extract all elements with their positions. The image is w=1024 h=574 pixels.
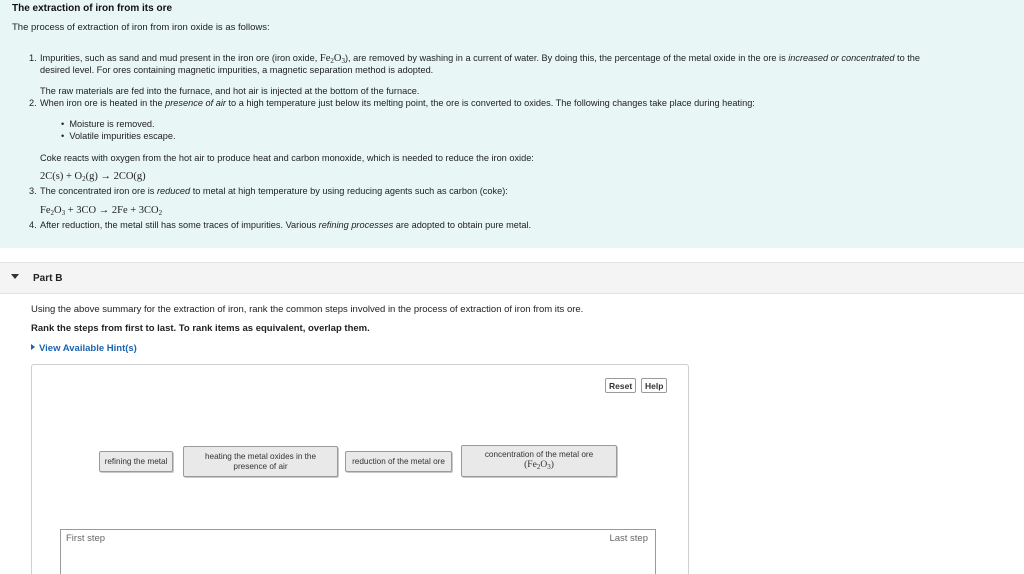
coke-text: Coke reacts with oxygen from the hot air… — [40, 153, 534, 163]
bullet-item: • Volatile impurities escape. — [61, 131, 176, 141]
tile-refining-the-metal[interactable]: refining the metal — [99, 451, 173, 472]
last-step-label: Last step — [609, 533, 648, 544]
coke-equation: 2C(s) + O2(g) → 2CO(g) — [40, 171, 146, 183]
step1-line2: desired level. For ores containing magne… — [40, 65, 434, 75]
step4-number: 4. — [29, 220, 37, 230]
section-divider — [0, 248, 1024, 262]
question-text: Using the above summary for the extracti… — [31, 304, 584, 315]
caret-down-icon[interactable] — [11, 274, 19, 279]
ranking-panel: Reset Help refining the metal heating th… — [31, 364, 689, 574]
step1-number: 1. — [29, 53, 37, 63]
help-button[interactable]: Help — [641, 378, 668, 393]
tile-heating-metal-oxides[interactable]: heating the metal oxides in the presence… — [183, 446, 338, 477]
part-b-header[interactable]: Part B — [0, 262, 1024, 294]
instruction-text: Rank the steps from first to last. To ra… — [31, 323, 370, 334]
step2-line: 2. When iron ore is heated in the presenc… — [29, 98, 755, 108]
first-step-label: First step — [66, 533, 106, 544]
reset-button[interactable]: Reset — [605, 378, 637, 393]
step2-number: 2. — [29, 98, 37, 108]
step1-line3: The raw materials are fed into the furna… — [40, 86, 420, 96]
intro-title: The extraction of iron from its ore — [12, 3, 173, 14]
fe2o3-formula: (Fe2O3) — [524, 460, 554, 471]
ranking-drop-zone[interactable]: First step Last step — [60, 529, 656, 574]
view-hints-link[interactable]: View Available Hint(s) — [31, 343, 137, 354]
intro-panel: The extraction of iron from its ore The … — [0, 0, 1024, 248]
fe2o3-formula: Fe2O3 — [319, 53, 345, 65]
bullet-item: • Moisture is removed. — [61, 119, 155, 129]
reduction-equation: Fe2O3 + 3CO → 2Fe + 3CO2 — [40, 205, 163, 217]
part-b-title: Part B — [33, 273, 63, 284]
caret-right-icon — [31, 344, 35, 350]
step4-line: 4. After reduction, the metal still has s… — [29, 220, 532, 230]
tile-reduction-of-metal-ore[interactable]: reduction of the metal ore — [345, 451, 452, 472]
step3-number: 3. — [29, 186, 37, 196]
step3-line: 3. The concentrated iron ore is reduced t… — [29, 186, 508, 196]
tile-concentration-of-metal-ore[interactable]: concentration of the metal ore (Fe2O3) — [461, 445, 617, 477]
intro-lead: The process of extraction of iron from i… — [12, 22, 270, 33]
